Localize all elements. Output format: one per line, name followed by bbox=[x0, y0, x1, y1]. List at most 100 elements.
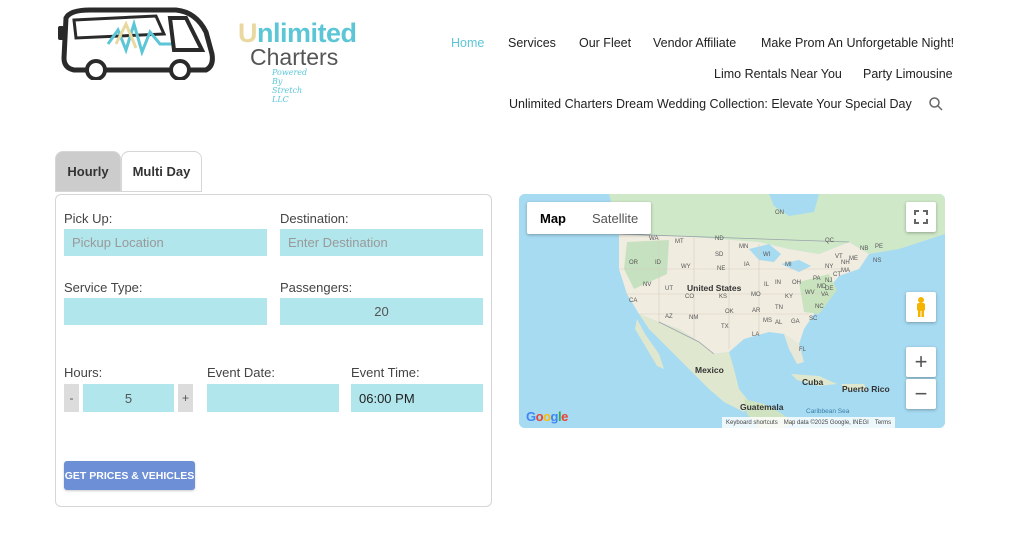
nav-make-prom[interactable]: Make Prom An Unforgetable Night! bbox=[761, 36, 954, 50]
hours-input[interactable]: 5 bbox=[83, 384, 174, 412]
map-state-la: LA bbox=[752, 332, 760, 338]
google-logo: Google bbox=[526, 409, 568, 424]
map-state-ok: OK bbox=[725, 309, 734, 315]
map-state-ks: KS bbox=[719, 294, 728, 300]
map-state-ia: IA bbox=[744, 262, 750, 268]
map-widget[interactable]: United States Mexico Cuba Puerto Rico Gu… bbox=[519, 194, 945, 428]
map-state-ct: CT bbox=[833, 272, 841, 278]
page: Unlimited Charters Powered By Stretch LL… bbox=[0, 0, 1024, 536]
nav-services[interactable]: Services bbox=[508, 36, 556, 50]
hours-decrement-button[interactable]: - bbox=[64, 384, 79, 412]
site-logo[interactable]: Unlimited Charters Powered By Stretch LL… bbox=[56, 4, 357, 104]
map-state-ar: AR bbox=[752, 308, 761, 314]
tab-hourly[interactable]: Hourly bbox=[55, 151, 121, 192]
event-date-input[interactable] bbox=[207, 384, 339, 412]
pickup-input[interactable]: Pickup Location bbox=[64, 229, 267, 256]
event-time-label: Event Time: bbox=[351, 365, 420, 380]
map-state-tx: TX bbox=[721, 324, 729, 330]
map-state-nh: NH bbox=[841, 260, 850, 266]
nav-vendor-affiliate[interactable]: Vendor Affiliate bbox=[653, 36, 736, 50]
map-state-wy: WY bbox=[681, 264, 691, 270]
hours-increment-button[interactable]: + bbox=[178, 384, 193, 412]
map-state-fl: FL bbox=[799, 347, 807, 353]
map-data-text: Map data ©2025 Google, INEGI bbox=[783, 419, 869, 426]
map-state-nv: NV bbox=[643, 282, 652, 288]
passengers-input[interactable]: 20 bbox=[280, 298, 483, 325]
map-state-qc: QC bbox=[825, 238, 834, 244]
map-state-ns: NS bbox=[873, 258, 882, 264]
map-type-satellite-button[interactable]: Satellite bbox=[579, 202, 651, 234]
fullscreen-icon bbox=[914, 210, 928, 224]
map-state-nd: ND bbox=[715, 236, 724, 242]
search-icon[interactable] bbox=[928, 96, 944, 112]
destination-label: Destination: bbox=[280, 211, 349, 226]
map-state-sd: SD bbox=[715, 252, 724, 258]
event-time-input[interactable]: 06:00 PM bbox=[351, 384, 483, 412]
map-state-va: VA bbox=[821, 292, 829, 298]
map-state-tn: TN bbox=[775, 305, 783, 311]
map-state-ms: MS bbox=[763, 318, 772, 324]
service-type-select[interactable] bbox=[64, 298, 267, 325]
map-state-co: CO bbox=[685, 294, 694, 300]
map-state-nm: NM bbox=[689, 315, 699, 321]
map-state-id: ID bbox=[655, 260, 661, 266]
pegman-icon bbox=[917, 297, 925, 317]
nav-our-fleet[interactable]: Our Fleet bbox=[579, 36, 631, 50]
destination-input[interactable]: Enter Destination bbox=[280, 229, 483, 256]
service-type-label: Service Type: bbox=[64, 280, 143, 295]
map-state-ky: KY bbox=[785, 294, 794, 300]
map-state-nb: NB bbox=[860, 246, 869, 252]
map-state-ca: CA bbox=[629, 298, 638, 304]
map-state-me: ME bbox=[849, 256, 858, 262]
nav-limo-rentals[interactable]: Limo Rentals Near You bbox=[714, 67, 842, 81]
hours-label: Hours: bbox=[64, 365, 103, 380]
zoom-in-button[interactable]: + bbox=[906, 347, 936, 377]
event-date-label: Event Date: bbox=[207, 365, 275, 380]
logo-tagline: Powered By Stretch LLC bbox=[272, 68, 308, 104]
map-state-al: AL bbox=[775, 320, 783, 326]
passengers-label: Passengers: bbox=[280, 280, 353, 295]
fullscreen-button[interactable] bbox=[906, 202, 936, 232]
map-state-sc: SC bbox=[809, 316, 818, 322]
terms-link[interactable]: Terms bbox=[875, 420, 891, 426]
map-type-map-button[interactable]: Map bbox=[527, 202, 579, 234]
map-state-in: IN bbox=[775, 280, 781, 286]
map-state-wa: WA bbox=[649, 236, 659, 242]
map-state-nc: NC bbox=[815, 304, 824, 310]
street-view-pegman-button[interactable] bbox=[906, 292, 936, 322]
map-state-mo: MO bbox=[751, 292, 761, 298]
zoom-out-button[interactable]: − bbox=[906, 379, 936, 409]
nav-party-limousine[interactable]: Party Limousine bbox=[863, 67, 953, 81]
map-state-az: AZ bbox=[665, 314, 673, 320]
map-state-pe: PE bbox=[875, 244, 884, 250]
map-type-control: Map Satellite bbox=[527, 202, 652, 234]
tab-multi-day[interactable]: Multi Day bbox=[121, 151, 202, 192]
map-state-wv: WV bbox=[805, 290, 815, 296]
map-state-mt: MT bbox=[675, 239, 684, 245]
map-label-united-states: United States bbox=[687, 283, 742, 293]
map-state-ne: NE bbox=[717, 266, 726, 272]
map-label-puerto-rico: Puerto Rico bbox=[842, 384, 890, 394]
map-state-wi: WI bbox=[763, 252, 771, 258]
bus-logo-icon bbox=[58, 7, 215, 80]
map-label-mexico: Mexico bbox=[695, 365, 724, 375]
map-state-mi: MI bbox=[785, 262, 792, 268]
map-state-il: IL bbox=[764, 282, 770, 288]
map-label-caribbean-sea: Caribbean Sea bbox=[806, 408, 850, 415]
map-state-ut: UT bbox=[665, 286, 673, 292]
nav-home[interactable]: Home bbox=[451, 36, 484, 50]
map-state-or: OR bbox=[629, 260, 638, 266]
map-state-oh: OH bbox=[792, 280, 801, 286]
map-state-on: ON bbox=[775, 210, 784, 216]
map-state-de: DE bbox=[825, 286, 834, 292]
pickup-label: Pick Up: bbox=[64, 211, 113, 226]
map-state-ny: NY bbox=[825, 264, 834, 270]
logo-line2: Charters bbox=[250, 44, 339, 70]
map-state-ga: GA bbox=[791, 319, 800, 325]
keyboard-shortcuts-link[interactable]: Keyboard shortcuts bbox=[726, 420, 778, 426]
get-prices-button[interactable]: GET PRICES & VEHICLES bbox=[64, 461, 195, 490]
map-label-guatemala: Guatemala bbox=[740, 402, 784, 412]
map-state-ma: MA bbox=[841, 268, 850, 274]
map-label-cuba: Cuba bbox=[802, 377, 824, 387]
nav-dream-wedding[interactable]: Unlimited Charters Dream Wedding Collect… bbox=[509, 97, 912, 111]
